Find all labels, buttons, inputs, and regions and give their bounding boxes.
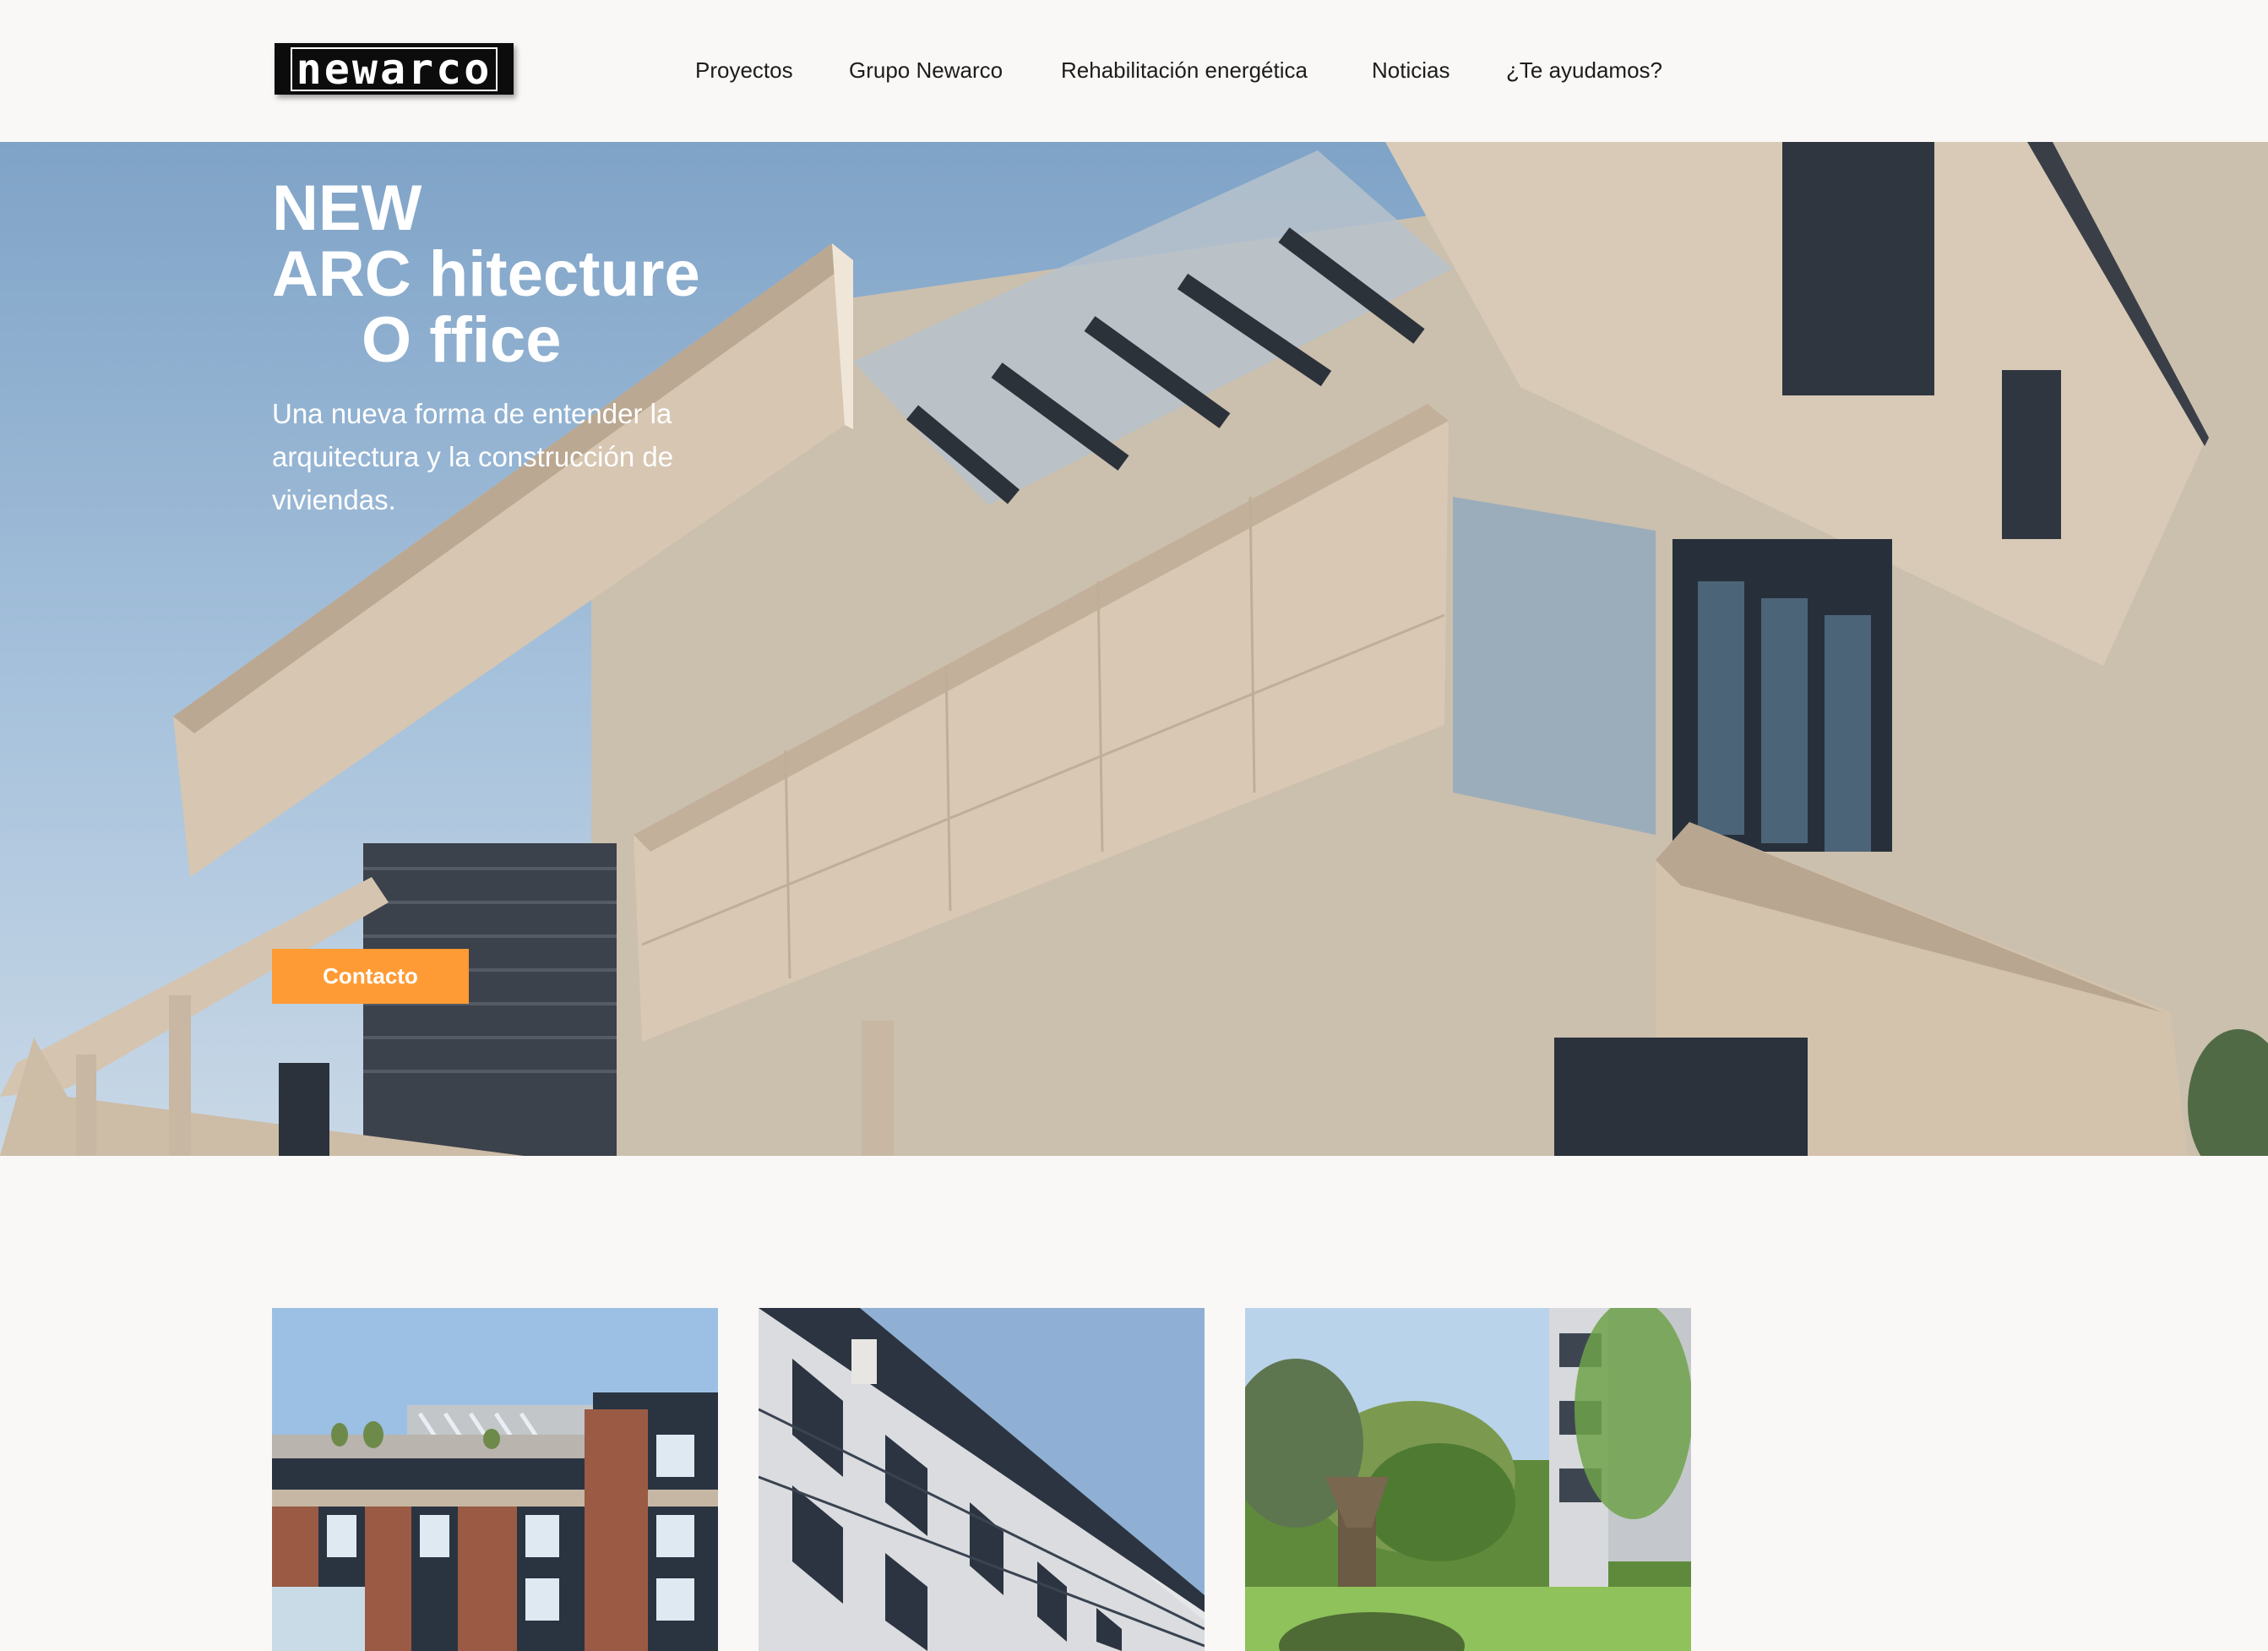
hero-title-line-2: ARC hitecture (272, 238, 700, 310)
project-card-2[interactable] (759, 1308, 1205, 1651)
project-image-garden (1245, 1308, 1691, 1651)
hero-title-line-3: O ffice (362, 304, 562, 376)
newarco-logo[interactable]: newarco (275, 43, 514, 95)
hero-subtitle: Una nueva forma de entender la arquitect… (272, 398, 674, 515)
hero-title-line-1: NEW (272, 172, 422, 244)
nav-proyectos[interactable]: Proyectos (695, 51, 793, 90)
project-image-white-facade (759, 1308, 1205, 1651)
logo-text: newarco (290, 46, 498, 91)
project-image-brick-building (272, 1308, 718, 1651)
contacto-button[interactable]: Contacto (272, 949, 469, 1004)
nav-te-ayudamos[interactable]: ¿Te ayudamos? (1506, 51, 1662, 90)
hero-section: NEW ARC hitecture O ffice Una nueva form… (0, 142, 2268, 1156)
nav-grupo-newarco[interactable]: Grupo Newarco (849, 51, 1003, 90)
project-card-3[interactable] (1245, 1308, 1691, 1651)
project-card-1[interactable] (272, 1308, 718, 1651)
hero-title: NEW ARC hitecture O ffice (272, 176, 700, 373)
nav-noticias[interactable]: Noticias (1372, 51, 1449, 90)
nav-rehabilitacion-energetica[interactable]: Rehabilitación energética (1061, 51, 1308, 90)
site-header: newarco Proyectos Grupo Newarco Rehabili… (0, 0, 2268, 142)
